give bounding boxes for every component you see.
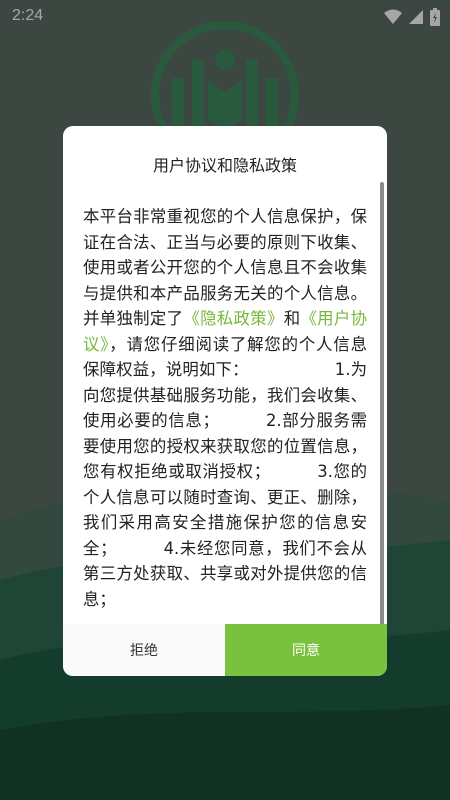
privacy-policy-link[interactable]: 《隐私政策》 bbox=[183, 309, 283, 328]
dialog-title: 用户协议和隐私政策 bbox=[152, 156, 297, 175]
dialog-body[interactable]: 本平台非常重视您的个人信息保护，保证在合法、正当与必要的原则下收集、使用或者公开… bbox=[83, 204, 367, 624]
body-and-text: 和 bbox=[283, 309, 301, 328]
agree-button[interactable]: 同意 bbox=[225, 624, 387, 676]
body-text-part2: ，请您仔细阅读了解您的个人信息保障权益，说明如下： 1.为向您提供基础服务功能，… bbox=[83, 334, 367, 609]
reject-button[interactable]: 拒绝 bbox=[63, 624, 225, 676]
dialog-button-row: 拒绝 同意 bbox=[63, 624, 387, 676]
dialog-scrollbar[interactable] bbox=[380, 182, 384, 676]
privacy-dialog: 用户协议和隐私政策 本平台非常重视您的个人信息保护，保证在合法、正当与必要的原则… bbox=[63, 126, 387, 676]
dialog-body-text: 本平台非常重视您的个人信息保护，保证在合法、正当与必要的原则下收集、使用或者公开… bbox=[83, 204, 367, 612]
